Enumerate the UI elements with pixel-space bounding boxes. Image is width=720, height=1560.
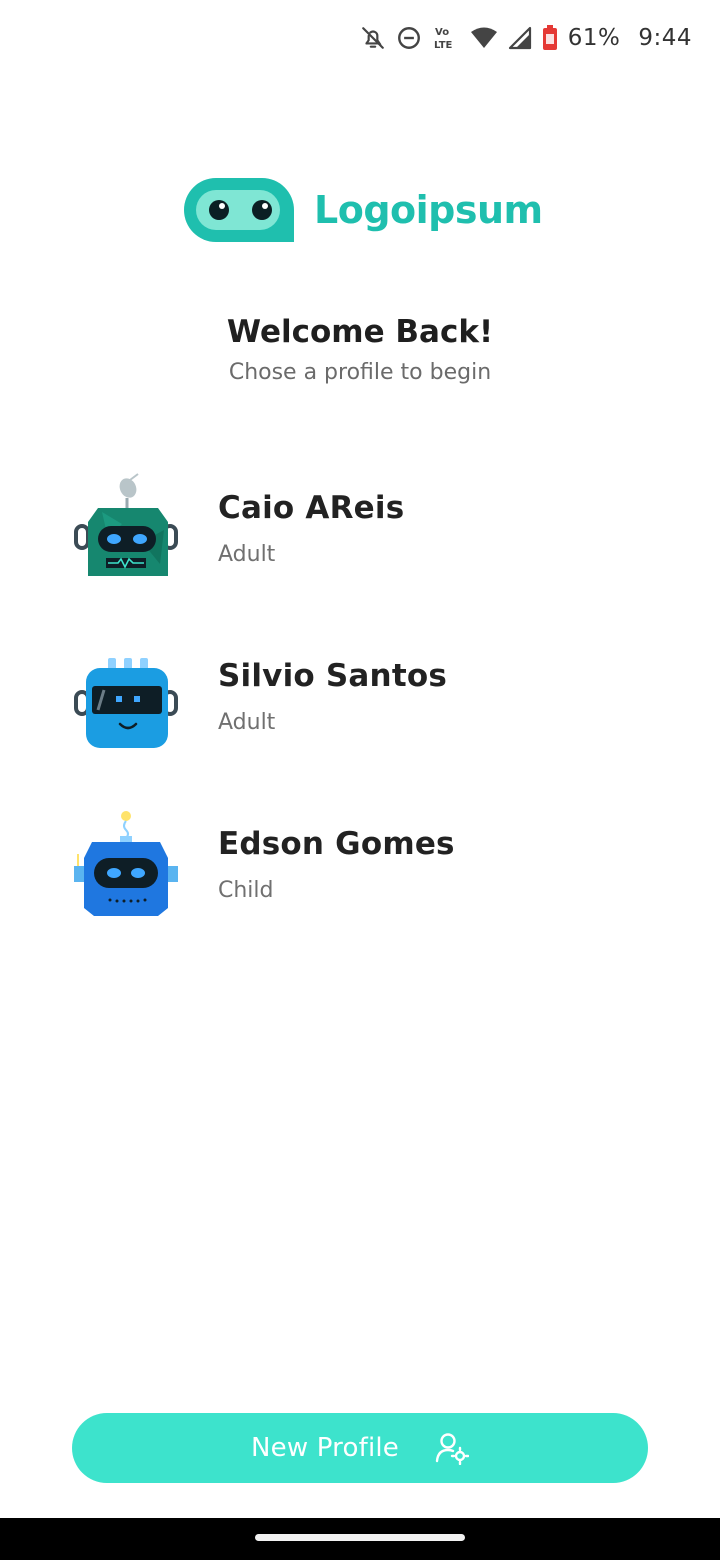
volte-icon: Vo LTE (432, 24, 460, 52)
welcome-title: Welcome Back! (226, 314, 494, 350)
profile-role: Adult (218, 709, 276, 735)
clock: 9:44 (638, 25, 692, 51)
welcome-subtitle: Chose a profile to begin (228, 360, 492, 385)
robot-avatar-blue-icon (74, 811, 178, 916)
profile-item[interactable]: Edson Gomes Child (72, 804, 648, 924)
profile-role: Adult (218, 541, 276, 567)
welcome-section: Welcome Back! Chose a profile to begin (0, 314, 720, 385)
user-settings-icon (435, 1433, 470, 1465)
app-logo: Logoipsum (184, 176, 543, 244)
profile-name: Silvio Santos (218, 657, 447, 694)
bell-off-icon (360, 25, 386, 51)
new-profile-button[interactable]: New Profile (72, 1413, 648, 1483)
profile-item[interactable]: Caio AReis Adult (72, 468, 648, 588)
profile-item[interactable]: Silvio Santos Adult (72, 636, 648, 756)
do-not-disturb-icon (396, 25, 422, 51)
logo-mark-icon (184, 178, 294, 242)
profile-name: Caio AReis (218, 489, 405, 526)
status-bar: Vo LTE 61% 9:44 (0, 0, 720, 76)
wifi-icon (470, 26, 498, 50)
profile-name: Edson Gomes (218, 825, 455, 862)
logo-text: Logoipsum (314, 188, 543, 232)
volte-line2: LTE (434, 40, 453, 51)
battery-icon (542, 25, 558, 51)
home-gesture-handle[interactable] (255, 1534, 465, 1541)
robot-avatar-light-blue-icon (74, 658, 178, 748)
new-profile-label: New Profile (250, 1433, 400, 1463)
volte-line1: Vo (435, 27, 449, 38)
profile-role: Child (218, 877, 274, 903)
signal-icon (508, 26, 532, 50)
battery-percent: 61% (567, 25, 621, 51)
status-icons: Vo LTE 61% 9:44 (360, 22, 692, 54)
robot-avatar-green-icon (74, 473, 178, 576)
system-nav-bar (0, 1518, 720, 1560)
